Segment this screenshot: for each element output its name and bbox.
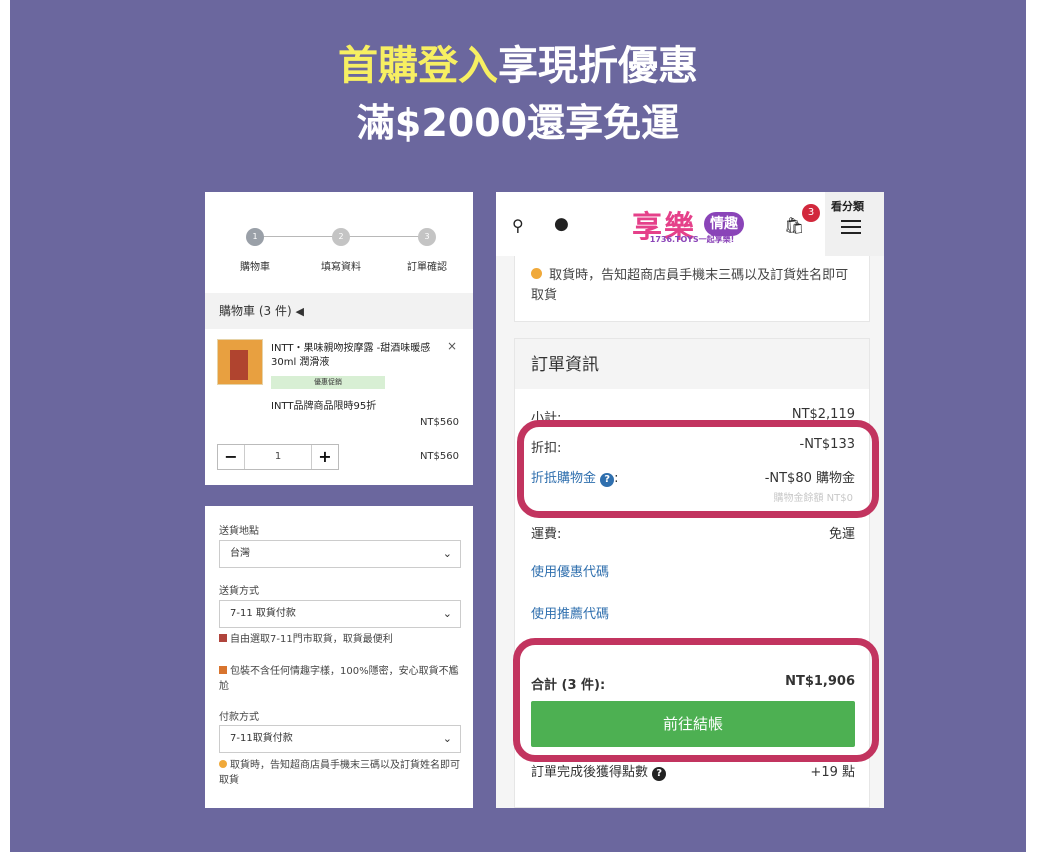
chevron-down-icon: ⌄: [442, 607, 452, 620]
promo-text: INTT品牌商品限時95折: [271, 401, 377, 412]
shipping-fee-value: 免運: [828, 527, 855, 542]
points-row: 訂單完成後獲得點數 ? +19 點: [531, 761, 855, 781]
destination-value: 台灣: [230, 548, 250, 559]
store-icon: [219, 634, 227, 642]
headline-line2: 滿$2000還享免運: [356, 101, 680, 145]
decrease-quantity-button[interactable]: −: [218, 445, 245, 469]
promo-badge: 優惠促銷: [271, 376, 385, 389]
pickup-note: 取貨時，告知超商店員手機末三碼以及訂貨姓名即可取貨: [219, 758, 463, 788]
points-label: 訂單完成後獲得點數: [531, 765, 649, 780]
menu-icon: [841, 220, 861, 222]
increase-quantity-button[interactable]: +: [311, 445, 338, 469]
info-dot-icon: [219, 760, 227, 768]
step-3-circle: 3: [418, 228, 436, 246]
points-value: +19 點: [810, 765, 855, 780]
referral-code-link[interactable]: 使用推薦代碼: [531, 603, 855, 622]
order-info-title: 訂單資訊: [515, 339, 869, 389]
cart-count-badge: 3: [802, 204, 820, 222]
payment-value: 7-11取貨付款: [230, 733, 293, 744]
step-connector: [349, 236, 419, 237]
privacy-note: 包裝不含任何情趣字樣，100%隱密，安心取貨不尷尬: [219, 664, 463, 694]
category-label: 看分類: [831, 200, 864, 213]
chevron-down-icon: ⌄: [442, 732, 452, 745]
payment-label: 付款方式: [219, 712, 259, 723]
chevron-down-icon: ⌄: [442, 547, 452, 560]
method-note-text: 自由選取7-11門市取貨，取貨最便利: [230, 634, 393, 645]
headline-line1: 首購登入享現折優惠: [10, 40, 1026, 92]
item-subtotal: NT$560: [419, 451, 459, 462]
cart-header: 購物車 (3 件) ◀: [205, 293, 473, 329]
logo-subtitle: 1736.TOYS一起享樂!: [649, 235, 735, 244]
method-note: 自由選取7-11門市取貨，取貨最便利: [219, 632, 463, 647]
method-label: 送貨方式: [219, 586, 259, 597]
mobile-header: ⚲ ● 享樂 情趣 1736.TOYS一起享樂! 🛍 3 看分類: [496, 192, 884, 256]
cart-panel: 1 2 3 購物車 填寫資料 訂單確認 購物車 (3 件) ◀ INTT・果味親…: [205, 192, 473, 485]
destination-select[interactable]: 台灣 ⌄: [219, 540, 461, 568]
pickup-note-text: 取貨時，告知超商店員手機末三碼以及訂貨姓名即可取貨: [219, 760, 460, 786]
method-value: 7-11 取貨付款: [230, 608, 296, 619]
product-name[interactable]: INTT・果味親吻按摩露 -甜酒味暖感30ml 潤滑液: [271, 342, 447, 370]
shopping-bag-icon[interactable]: 🛍: [784, 216, 804, 235]
step-1-circle: 1: [246, 228, 264, 246]
remove-item-icon[interactable]: ×: [447, 339, 457, 353]
pickup-note-text: 取貨時，告知超商店員手機末三碼以及訂貨姓名即可取貨: [531, 268, 849, 303]
package-icon: [219, 666, 227, 674]
shipping-fee-label: 運費:: [531, 527, 562, 542]
step-1-label: 購物車: [240, 262, 270, 273]
search-icon[interactable]: ⚲: [512, 216, 524, 235]
site-logo[interactable]: 享樂 情趣 1736.TOYS一起享樂!: [626, 202, 758, 250]
shipping-method-select[interactable]: 7-11 取貨付款 ⌄: [219, 600, 461, 628]
unit-price: NT$560: [419, 417, 459, 428]
shipping-fee-row: 運費: 免運: [531, 523, 855, 542]
cart-count-label: 購物車 (3 件): [219, 304, 292, 318]
logo-pill: 情趣: [704, 212, 744, 236]
quantity-input[interactable]: 1: [244, 445, 312, 469]
step-2-label: 填寫資料: [321, 262, 361, 273]
discount-highlight-ring: [517, 420, 879, 518]
info-dot-icon: [531, 268, 542, 279]
help-icon[interactable]: ?: [652, 767, 667, 781]
user-icon[interactable]: ●: [554, 214, 569, 234]
destination-label: 送貨地點: [219, 526, 259, 537]
headline-highlight: 首購登入: [338, 43, 498, 89]
share-icon[interactable]: ◀: [295, 305, 303, 318]
pickup-note: 取貨時，告知超商店員手機末三碼以及訂貨姓名即可取貨: [531, 266, 851, 306]
quantity-stepper: − 1 +: [217, 444, 339, 470]
step-connector: [263, 236, 333, 237]
total-highlight-ring: [513, 638, 879, 762]
product-thumbnail[interactable]: [217, 339, 263, 385]
privacy-note-text: 包裝不含任何情趣字樣，100%隱密，安心取貨不尷尬: [219, 666, 459, 692]
coupon-code-link[interactable]: 使用優惠代碼: [531, 561, 855, 580]
shipping-panel: 送貨地點 台灣 ⌄ 送貨方式 7-11 取貨付款 ⌄ 自由選取7-11門市取貨，取貨…: [205, 506, 473, 808]
step-3-label: 訂單確認: [407, 262, 447, 273]
category-menu-button[interactable]: 看分類: [825, 192, 884, 256]
step-2-circle: 2: [332, 228, 350, 246]
headline-rest: 享現折優惠: [498, 43, 698, 89]
payment-select[interactable]: 7-11取貨付款 ⌄: [219, 725, 461, 753]
pickup-note-card: 取貨時，告知超商店員手機末三碼以及訂貨姓名即可取貨: [514, 256, 870, 322]
